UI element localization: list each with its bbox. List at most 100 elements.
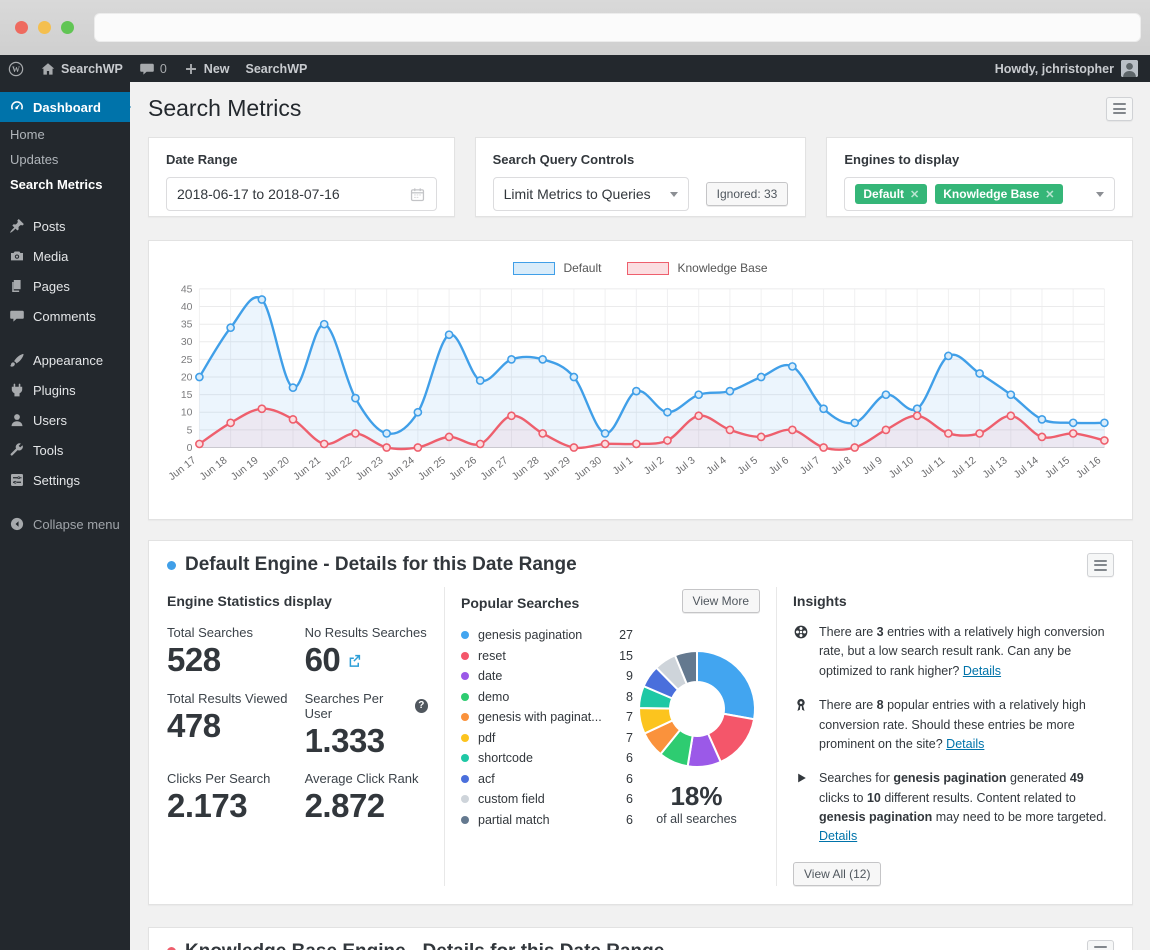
- details-link[interactable]: Details: [963, 664, 1001, 678]
- default-engine-title: Default Engine - Details for this Date R…: [185, 554, 577, 576]
- sidebar-item-label: Tools: [33, 443, 63, 458]
- popular-search-row[interactable]: partial match 6: [461, 810, 633, 831]
- svg-text:Jun 27: Jun 27: [479, 455, 511, 483]
- insights-column: Insights There are 3 entries with a rela…: [777, 587, 1114, 886]
- page-options-button[interactable]: [1106, 97, 1133, 121]
- remove-tag-icon[interactable]: ✕: [910, 188, 919, 201]
- plus-icon: [183, 61, 199, 77]
- svg-text:Jun 23: Jun 23: [354, 455, 386, 483]
- comments-menu[interactable]: 0: [139, 61, 167, 77]
- details-link[interactable]: Details: [946, 737, 984, 751]
- series-color-bullet: [461, 754, 469, 762]
- view-more-button[interactable]: View More: [682, 589, 760, 613]
- sidebar-item-users[interactable]: Users: [0, 405, 130, 435]
- avatar[interactable]: [1121, 60, 1138, 77]
- new-content-menu[interactable]: New: [183, 61, 230, 77]
- svg-text:Jul 15: Jul 15: [1043, 455, 1072, 481]
- maximize-window-button[interactable]: [61, 21, 74, 34]
- sidebar-item-label: Users: [33, 413, 67, 428]
- wp-logo-menu[interactable]: W: [8, 61, 24, 77]
- popular-search-row[interactable]: reset 15: [461, 646, 633, 667]
- svg-text:Jul 12: Jul 12: [950, 455, 979, 481]
- donut-percent: 18%: [670, 783, 722, 809]
- insight-item: Searches for genesis pagination generate…: [793, 769, 1114, 847]
- url-bar[interactable]: [94, 13, 1141, 42]
- popular-searches-donut-chart[interactable]: [635, 647, 759, 771]
- search-term: shortcode: [478, 751, 533, 765]
- svg-text:Jul 13: Jul 13: [981, 455, 1010, 481]
- ignored-queries-button[interactable]: Ignored: 33: [706, 182, 789, 206]
- chevron-down-icon: [670, 192, 678, 197]
- svg-text:Jul 9: Jul 9: [861, 455, 885, 477]
- default-engine-options-button[interactable]: [1087, 553, 1114, 577]
- svg-text:Jul 1: Jul 1: [611, 455, 635, 477]
- sidebar-item-media[interactable]: Media: [0, 241, 130, 271]
- legend-item-knowledge-base[interactable]: Knowledge Base: [627, 261, 767, 275]
- date-range-input[interactable]: [177, 186, 409, 202]
- svg-text:35: 35: [181, 320, 193, 331]
- popular-search-row[interactable]: genesis with paginat... 7: [461, 707, 633, 728]
- current-page-menu[interactable]: SearchWP: [246, 62, 308, 76]
- popular-search-row[interactable]: date 9: [461, 666, 633, 687]
- sidebar-item-plugins[interactable]: Plugins: [0, 375, 130, 405]
- admin-sidebar: DashboardHomeUpdatesSearch Metrics PostsM…: [0, 82, 130, 950]
- limit-metrics-select[interactable]: Limit Metrics to Queries: [493, 177, 689, 211]
- search-count: 15: [619, 649, 633, 663]
- howdy-account-menu[interactable]: Howdy, jchristopher: [995, 62, 1114, 76]
- series-color-bullet: [461, 631, 469, 639]
- engines-multiselect[interactable]: Default✕ Knowledge Base✕: [844, 177, 1115, 211]
- sidebar-item-settings[interactable]: Settings: [0, 465, 130, 495]
- series-color-bullet: [461, 775, 469, 783]
- external-link-icon: [347, 653, 362, 668]
- svg-text:Jul 14: Jul 14: [1012, 455, 1041, 481]
- sidebar-item-dashboard[interactable]: Dashboard: [0, 92, 130, 122]
- insight-text: Searches for genesis pagination generate…: [819, 769, 1114, 847]
- chevron-down-icon: [1096, 192, 1104, 197]
- search-count: 6: [626, 792, 633, 806]
- sidebar-item-label: Collapse menu: [33, 517, 120, 532]
- popular-search-row[interactable]: demo 8: [461, 687, 633, 708]
- help-icon[interactable]: ?: [415, 699, 428, 713]
- details-link[interactable]: Details: [819, 829, 857, 843]
- date-range-label: Date Range: [166, 152, 437, 167]
- insight-text: There are 3 entries with a relatively hi…: [819, 623, 1114, 681]
- svg-text:W: W: [12, 64, 20, 73]
- sidebar-item-comments[interactable]: Comments: [0, 301, 130, 331]
- view-all-insights-button[interactable]: View All (12): [793, 862, 881, 886]
- popular-search-row[interactable]: pdf 7: [461, 728, 633, 749]
- svg-text:15: 15: [181, 390, 193, 401]
- legend-item-default[interactable]: Default: [513, 261, 601, 275]
- engine-color-dot: [167, 561, 176, 570]
- sidebar-item-search-metrics[interactable]: Search Metrics: [0, 172, 130, 197]
- kb-engine-options-button[interactable]: [1087, 940, 1114, 950]
- remove-tag-icon[interactable]: ✕: [1045, 188, 1054, 201]
- search-count: 6: [626, 772, 633, 786]
- sidebar-item-home[interactable]: Home: [0, 122, 130, 147]
- sidebar-item-pages[interactable]: Pages: [0, 271, 130, 301]
- sidebar-item-appearance[interactable]: Appearance: [0, 345, 130, 375]
- stat-value: 478: [167, 709, 297, 744]
- legend-swatch: [627, 262, 669, 275]
- popular-search-row[interactable]: acf 6: [461, 769, 633, 790]
- popular-search-row[interactable]: custom field 6: [461, 789, 633, 810]
- minimize-window-button[interactable]: [38, 21, 51, 34]
- metrics-line-chart[interactable]: 051015202530354045Jun 17Jun 18Jun 19Jun …: [157, 279, 1124, 505]
- donut-segment[interactable]: [697, 651, 755, 719]
- site-name-menu[interactable]: SearchWP: [40, 61, 123, 77]
- calendar-icon[interactable]: [409, 186, 426, 203]
- stat-label: No Results Searches: [305, 625, 428, 640]
- close-window-button[interactable]: [15, 21, 28, 34]
- insight-item: There are 8 popular entries with a relat…: [793, 696, 1114, 754]
- popular-search-row[interactable]: shortcode 6: [461, 748, 633, 769]
- sidebar-item-posts[interactable]: Posts: [0, 211, 130, 241]
- engine-tag-knowledge-base[interactable]: Knowledge Base✕: [935, 184, 1062, 204]
- sidebar-item-updates[interactable]: Updates: [0, 147, 130, 172]
- main-content: Search Metrics Date Range Search Query C…: [130, 82, 1150, 950]
- popular-search-row[interactable]: genesis pagination 27: [461, 625, 633, 646]
- sidebar-item-tools[interactable]: Tools: [0, 435, 130, 465]
- page-title: Search Metrics: [148, 95, 301, 122]
- sidebar-item-collapse[interactable]: Collapse menu: [0, 509, 130, 539]
- svg-text:Jul 5: Jul 5: [736, 455, 760, 477]
- sidebar-item-label: Pages: [33, 279, 70, 294]
- engine-tag-default[interactable]: Default✕: [855, 184, 927, 204]
